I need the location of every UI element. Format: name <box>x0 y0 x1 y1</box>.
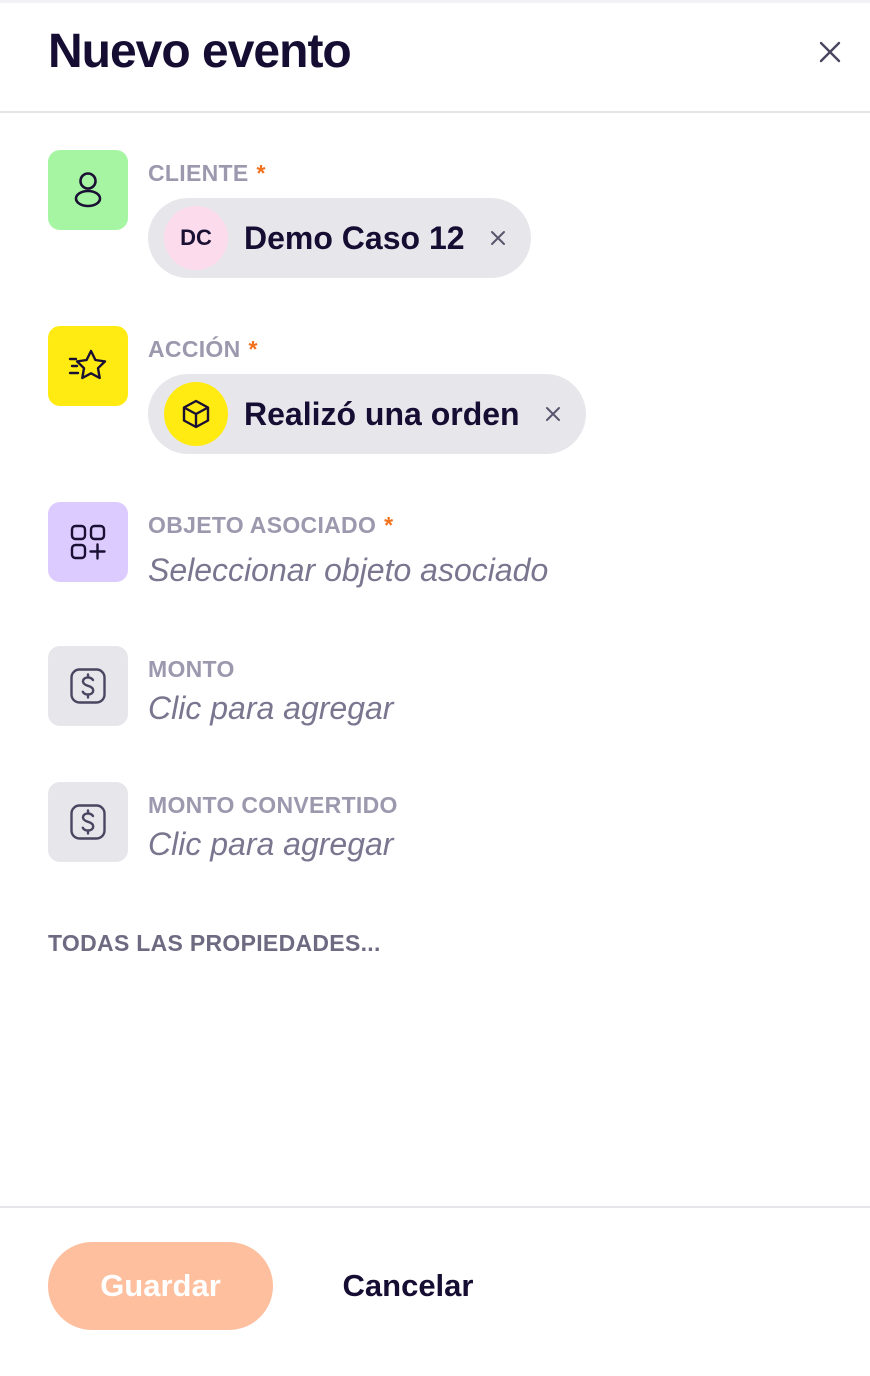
remove-chip-button[interactable] <box>487 227 509 249</box>
all-properties-link[interactable]: TODAS LAS PROPIEDADES... <box>48 930 381 957</box>
field-label-monto-convertido: MONTO CONVERTIDO <box>148 792 398 818</box>
dollar-icon <box>48 782 128 862</box>
required-mark: * <box>256 160 266 186</box>
user-icon <box>48 150 128 230</box>
page-title: Nuevo evento <box>48 25 352 78</box>
required-mark: * <box>384 512 394 538</box>
close-icon <box>819 41 841 63</box>
remove-chip-button[interactable] <box>542 403 564 425</box>
star-motion-icon <box>48 326 128 406</box>
chip-value: Demo Caso 12 <box>244 219 465 256</box>
cancel-button[interactable]: Cancelar <box>318 1242 498 1330</box>
accion-chip[interactable]: Realizó una orden <box>148 374 586 454</box>
save-button[interactable]: Guardar <box>48 1242 273 1330</box>
monto-input[interactable]: Clic para agregar <box>148 690 393 727</box>
cliente-chip[interactable]: DC Demo Caso 12 <box>148 198 531 278</box>
close-icon <box>490 231 505 245</box>
modal-header: Nuevo evento <box>0 0 870 113</box>
field-objeto-asociado: OBJETO ASOCIADO * Seleccionar objeto asoc… <box>48 502 828 602</box>
avatar: DC <box>164 206 228 270</box>
monto-convertido-input[interactable]: Clic para agregar <box>148 826 393 863</box>
chip-value: Realizó una orden <box>244 395 520 432</box>
close-button[interactable] <box>812 34 848 70</box>
field-monto: MONTO Clic para agregar <box>48 646 828 746</box>
field-label-accion: ACCIÓN * <box>148 336 258 362</box>
dollar-icon <box>48 646 128 726</box>
field-accion: ACCIÓN * Realizó una orden <box>48 326 828 456</box>
field-label-objeto: OBJETO ASOCIADO * <box>148 512 394 538</box>
objeto-select[interactable]: Seleccionar objeto asociado <box>148 552 548 589</box>
modal-footer: Guardar Cancelar <box>0 1206 870 1376</box>
close-icon <box>545 407 560 421</box>
field-cliente: CLIENTE * DC Demo Caso 12 <box>48 150 828 280</box>
field-monto-convertido: MONTO CONVERTIDO Clic para agregar <box>48 782 828 882</box>
required-mark: * <box>248 336 258 362</box>
field-label-monto: MONTO <box>148 656 235 682</box>
apps-add-icon <box>48 502 128 582</box>
box-icon <box>164 382 228 446</box>
field-label-cliente: CLIENTE * <box>148 160 266 186</box>
